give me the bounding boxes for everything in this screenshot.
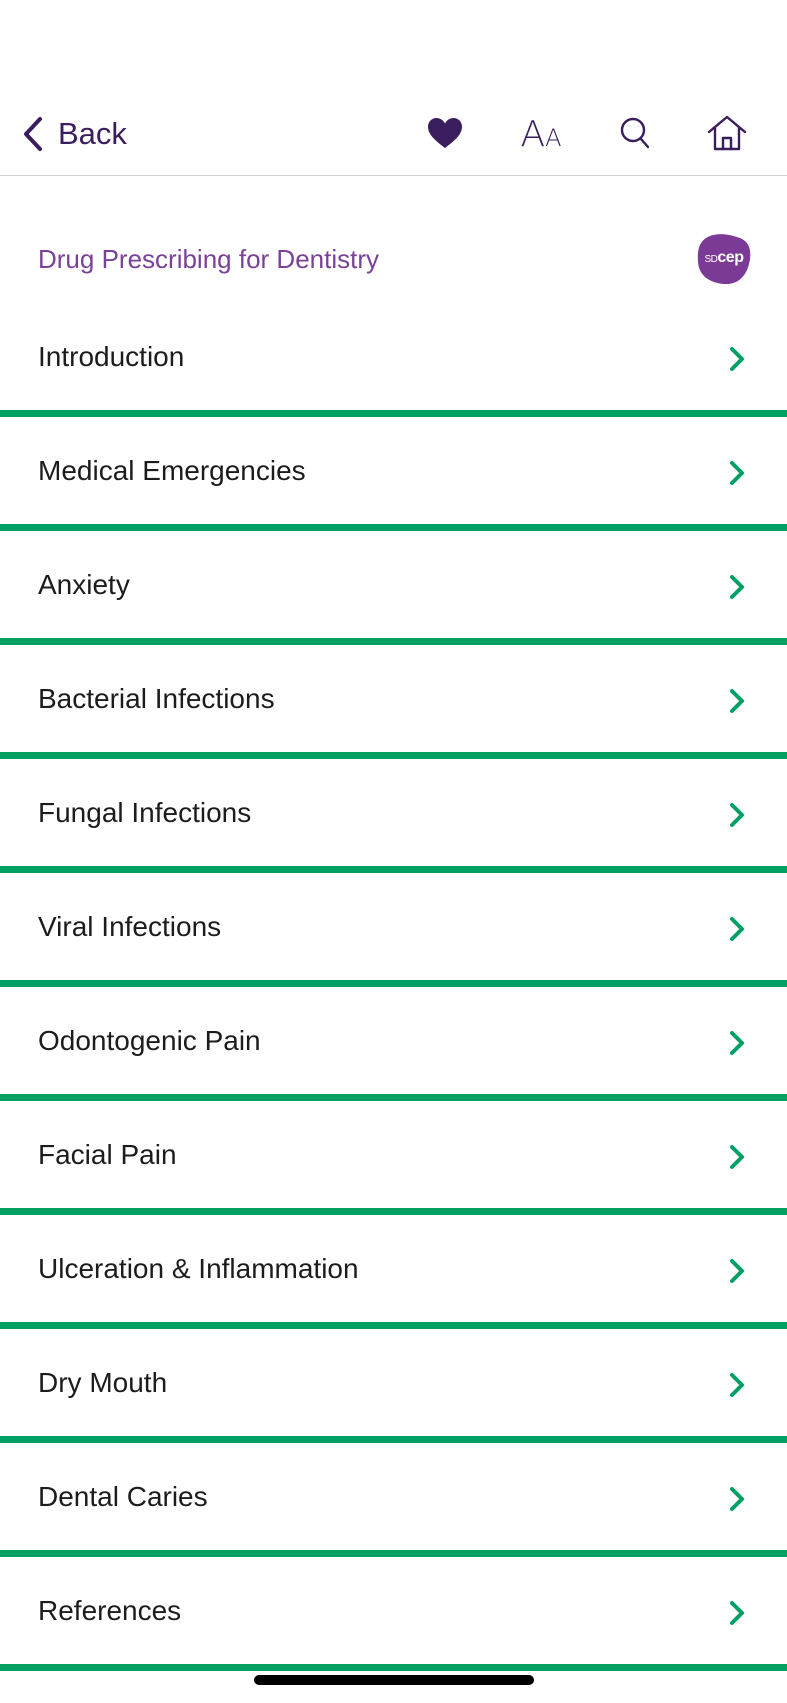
chevron-right-icon bbox=[730, 1145, 744, 1169]
content-panel: Back AA Drug Prescribing for Dentistry S… bbox=[0, 0, 787, 1703]
nav-bar: Back AA bbox=[0, 100, 787, 176]
list-item[interactable]: Dry Mouth bbox=[0, 1329, 787, 1443]
list-divider bbox=[0, 752, 787, 759]
list-item-label: Medical Emergencies bbox=[38, 455, 306, 486]
list-item-label: Odontogenic Pain bbox=[38, 1025, 261, 1056]
list-divider bbox=[0, 1664, 787, 1671]
list-divider bbox=[0, 1550, 787, 1557]
list-item[interactable]: References bbox=[0, 1557, 787, 1671]
chevron-right-icon bbox=[730, 1259, 744, 1283]
list-item[interactable]: Viral Infections bbox=[0, 873, 787, 987]
list-divider bbox=[0, 980, 787, 987]
chevron-right-icon bbox=[730, 1601, 744, 1625]
text-size-large-glyph: A bbox=[520, 114, 546, 155]
sdcep-logo: SDcep bbox=[696, 232, 752, 286]
list-item[interactable]: Introduction bbox=[0, 303, 787, 417]
list-item-label: Fungal Infections bbox=[38, 797, 252, 828]
list-divider bbox=[0, 1208, 787, 1215]
section-title: Drug Prescribing for Dentistry bbox=[38, 244, 379, 274]
list-divider bbox=[0, 524, 787, 531]
logo-prefix: SD bbox=[704, 254, 718, 265]
list-item-label: Dry Mouth bbox=[38, 1367, 168, 1398]
home-indicator[interactable] bbox=[254, 1675, 534, 1685]
text-size-icon: AA bbox=[520, 117, 561, 153]
list-divider bbox=[0, 638, 787, 645]
favorite-button[interactable] bbox=[422, 112, 468, 158]
list-divider bbox=[0, 1094, 787, 1101]
back-label: Back bbox=[58, 116, 127, 151]
list-item[interactable]: Medical Emergencies bbox=[0, 417, 787, 531]
list-divider bbox=[0, 1322, 787, 1329]
list-item[interactable]: Dental Caries bbox=[0, 1443, 787, 1557]
list-item[interactable]: Anxiety bbox=[0, 531, 787, 645]
logo-wordmark: SDcep bbox=[696, 249, 752, 267]
home-icon bbox=[706, 114, 748, 157]
list-item-label: References bbox=[38, 1595, 182, 1626]
list-item-label: Anxiety bbox=[38, 569, 130, 600]
list-item-label: Ulceration & Inflammation bbox=[38, 1253, 359, 1284]
list-divider bbox=[0, 866, 787, 873]
chevron-right-icon bbox=[730, 1373, 744, 1397]
page: Back AA Drug Prescribing for Dentistry S… bbox=[0, 0, 787, 1703]
text-size-button[interactable]: AA bbox=[518, 112, 564, 158]
chevron-right-icon bbox=[730, 803, 744, 827]
chevron-right-icon bbox=[730, 1031, 744, 1055]
home-button[interactable] bbox=[704, 112, 750, 158]
chapter-list: Introduction Medical Emergencies Anxiety… bbox=[0, 303, 787, 1671]
search-button[interactable] bbox=[612, 112, 658, 158]
list-item[interactable]: Facial Pain bbox=[0, 1101, 787, 1215]
chevron-right-icon bbox=[730, 917, 744, 941]
list-item-label: Dental Caries bbox=[38, 1481, 208, 1512]
text-size-small-glyph: A bbox=[545, 124, 562, 152]
list-item-label: Introduction bbox=[38, 341, 185, 372]
list-item-label: Viral Infections bbox=[38, 911, 222, 942]
chevron-right-icon bbox=[730, 1487, 744, 1511]
section-header: Drug Prescribing for Dentistry SDcep bbox=[0, 220, 787, 300]
logo-suffix: cep bbox=[717, 249, 744, 266]
list-item-label: Bacterial Infections bbox=[38, 683, 275, 714]
chevron-right-icon bbox=[730, 689, 744, 713]
back-button[interactable]: Back bbox=[22, 114, 127, 154]
list-item[interactable]: Ulceration & Inflammation bbox=[0, 1215, 787, 1329]
heart-icon bbox=[426, 116, 464, 155]
search-icon bbox=[618, 115, 652, 156]
list-item[interactable]: Odontogenic Pain bbox=[0, 987, 787, 1101]
list-divider bbox=[0, 1436, 787, 1443]
list-item[interactable]: Fungal Infections bbox=[0, 759, 787, 873]
chevron-right-icon bbox=[730, 347, 744, 371]
list-divider bbox=[0, 410, 787, 417]
list-item-label: Facial Pain bbox=[38, 1139, 177, 1170]
chevron-right-icon bbox=[730, 461, 744, 485]
chevron-right-icon bbox=[730, 575, 744, 599]
list-item[interactable]: Bacterial Infections bbox=[0, 645, 787, 759]
chevron-left-icon bbox=[22, 116, 44, 152]
